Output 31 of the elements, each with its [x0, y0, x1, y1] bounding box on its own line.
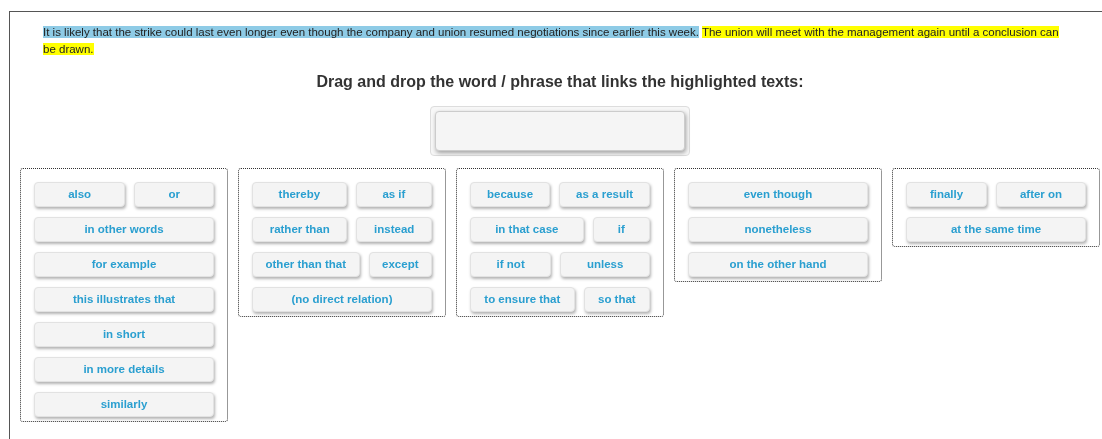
word-chip[interactable]: this illustrates that	[34, 287, 214, 312]
word-chip[interactable]: nonetheless	[688, 217, 868, 242]
passage-text: It is likely that the strike could last even longer even though the company and union resumed negotiations since earlier this week. The union will meet with the management again until a conclusion can be drawn.	[42, 25, 1060, 57]
word-chip[interactable]: unless	[560, 252, 650, 277]
word-chip[interactable]: as if	[355, 182, 432, 207]
word-chip[interactable]: except	[368, 252, 432, 277]
word-chip[interactable]: if	[592, 217, 650, 242]
word-chip[interactable]: even though	[688, 182, 868, 207]
word-chip[interactable]: finally	[906, 182, 988, 207]
word-chip[interactable]: at the same time	[906, 217, 1086, 242]
word-chip[interactable]: on the other hand	[688, 252, 868, 277]
word-chip[interactable]: after on	[996, 182, 1086, 207]
word-chip[interactable]: other than that	[252, 252, 360, 277]
word-chip[interactable]: thereby	[252, 182, 347, 207]
word-chip[interactable]: if not	[470, 252, 552, 277]
word-chip[interactable]: because	[470, 182, 551, 207]
word-chip[interactable]: similarly	[34, 392, 214, 417]
word-chip[interactable]: in short	[34, 322, 214, 347]
word-chip[interactable]: in that case	[470, 217, 584, 242]
word-chip[interactable]: instead	[356, 217, 432, 242]
word-chip[interactable]: in other words	[34, 217, 214, 242]
word-chip[interactable]: or	[134, 182, 214, 207]
word-chip[interactable]: to ensure that	[470, 287, 575, 312]
word-chip[interactable]: in more details	[34, 357, 214, 382]
word-chip[interactable]: for example	[34, 252, 214, 277]
instruction-heading: Drag and drop the word / phrase that links the highlighted texts:	[315, 72, 805, 92]
word-chip[interactable]: so that	[583, 287, 650, 312]
word-chip[interactable]: also	[34, 182, 126, 207]
word-chip[interactable]: rather than	[252, 217, 348, 242]
word-chip[interactable]: (no direct relation)	[252, 287, 432, 312]
word-chip[interactable]: as a result	[559, 182, 650, 207]
